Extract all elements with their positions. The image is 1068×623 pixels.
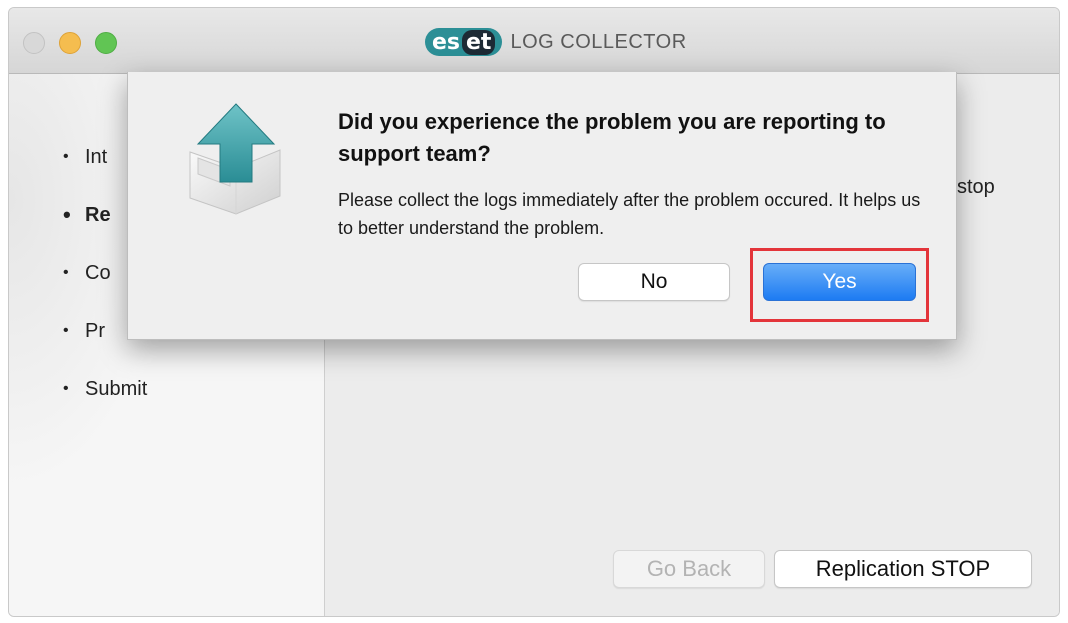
dialog-title: Did you experience the problem you are r…: [338, 109, 886, 166]
dialog-message: Please collect the logs immediately afte…: [338, 190, 921, 238]
bullet-icon: •: [63, 264, 69, 281]
bullet-icon: •: [63, 322, 69, 339]
bullet-icon: •: [63, 380, 69, 397]
close-window-button[interactable]: [23, 32, 45, 54]
maximize-window-button[interactable]: [95, 32, 117, 54]
step-label: Co: [85, 261, 111, 284]
step-label: Pr: [85, 319, 105, 342]
step-item-submit: • Submit: [63, 360, 147, 418]
step-label: Submit: [85, 377, 148, 400]
title-bar: es et LOG COLLECTOR: [9, 8, 1059, 74]
replication-stop-button[interactable]: Replication STOP: [774, 550, 1032, 588]
yes-highlight-box: [750, 248, 929, 322]
window-title: LOG COLLECTOR: [510, 30, 687, 53]
go-back-button[interactable]: Go Back: [613, 550, 765, 588]
step-label: Re: [85, 203, 111, 226]
step-label: Int: [85, 145, 108, 168]
window-title-group: es et LOG COLLECTOR: [425, 26, 687, 58]
minimize-window-button[interactable]: [59, 32, 81, 54]
eset-logo: es et: [425, 28, 503, 56]
no-button[interactable]: No: [578, 263, 730, 301]
confirm-dialog: Did you experience the problem you are r…: [127, 72, 957, 340]
bullet-icon: •: [63, 202, 71, 227]
bullet-icon: •: [63, 148, 69, 165]
upload-box-icon: [189, 103, 281, 215]
instruction-text-partial: stop: [957, 176, 995, 198]
